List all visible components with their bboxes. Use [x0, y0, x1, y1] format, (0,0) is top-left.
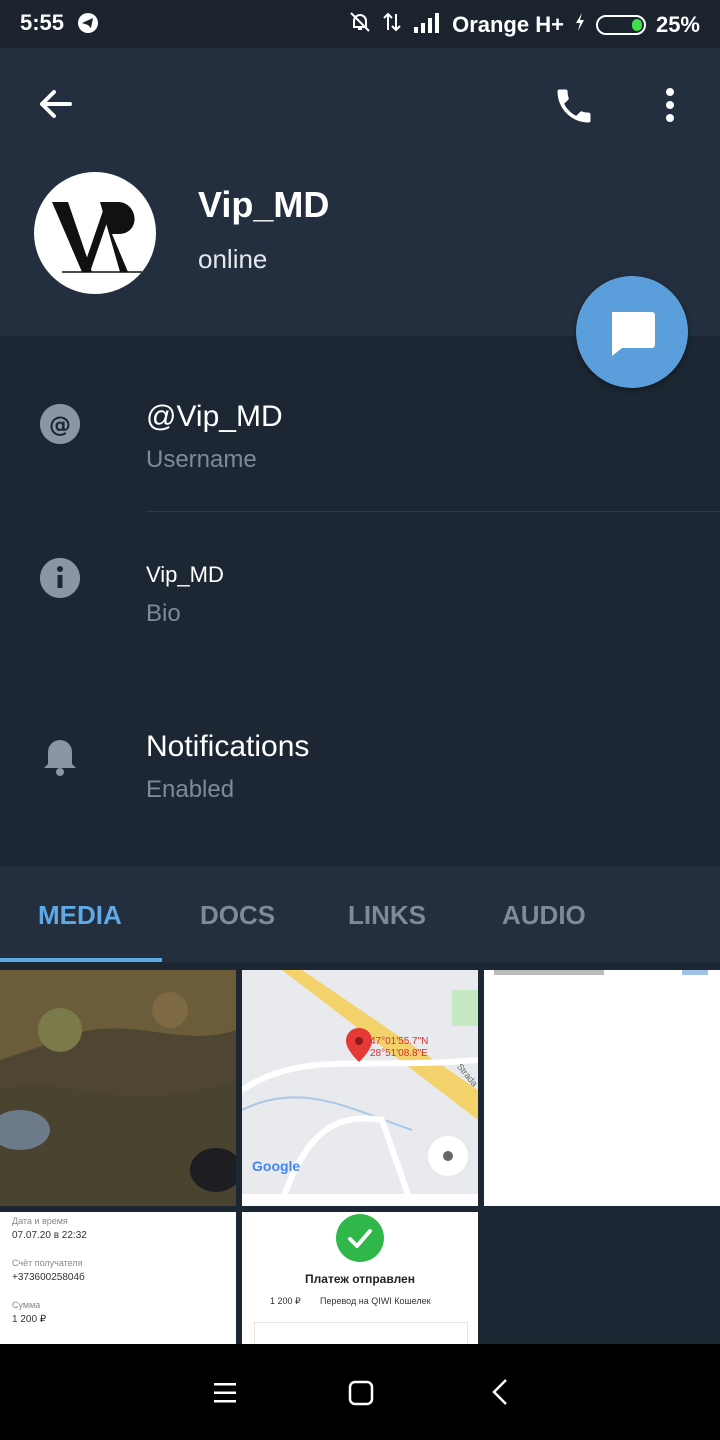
bell-icon [40, 732, 80, 776]
document-text-line [494, 970, 604, 975]
tab-indicator [0, 958, 162, 962]
payment-card [254, 1322, 468, 1344]
receipt-label-date: Дата и время [12, 1216, 68, 1226]
send-message-button[interactable] [576, 276, 688, 388]
telegram-notification-icon [78, 13, 98, 33]
profile-name: Vip_MD [198, 184, 330, 225]
receipt-label-account: Счёт получателя [12, 1258, 83, 1268]
notifications-title: Notifications [146, 730, 310, 763]
receipt-label-amount: Сумма [12, 1300, 41, 1310]
info-divider [146, 511, 720, 512]
avatar[interactable] [34, 172, 156, 294]
media-thumbnail-photo[interactable] [0, 970, 236, 1206]
tab-media[interactable]: MEDIA [38, 900, 122, 931]
notifications-row[interactable] [0, 690, 720, 842]
status-right: Orange H+ 25% [348, 10, 700, 40]
svg-text:@: @ [49, 413, 71, 438]
google-logo: Google [252, 1158, 301, 1174]
payment-description: Перевод на QIWI Кошелек [320, 1296, 431, 1306]
at-sign-icon: @ [40, 404, 80, 444]
info-icon [40, 558, 80, 598]
media-thumbnail-payment[interactable]: Платеж отправлен 1 200 ₽ Перевод на QIWI… [242, 1212, 478, 1344]
bio-label: Bio [146, 600, 181, 627]
username-value[interactable]: @Vip_MD [146, 400, 283, 434]
payment-title: Платеж отправлен [305, 1272, 415, 1286]
receipt-value-date: 07.07.20 в 22:32 [12, 1230, 87, 1241]
mute-icon [348, 10, 372, 40]
status-bar: 5:55 Orange H+ 25% [0, 0, 720, 48]
phone-call-icon[interactable] [552, 84, 596, 128]
media-thumbnail-map[interactable]: 47°01'55.7"N 28°51'08.8"E Strada Google [242, 970, 478, 1206]
bio-value[interactable]: Vip_MD [146, 562, 224, 588]
charging-icon [574, 12, 586, 38]
menu-icon[interactable] [212, 1380, 238, 1406]
home-icon[interactable] [348, 1380, 374, 1406]
more-options-icon[interactable] [660, 86, 680, 126]
receipt-value-amount: 1 200 ₽ [12, 1314, 47, 1325]
status-time: 5:55 [20, 10, 65, 35]
media-thumbnail-receipt[interactable]: Дата и время 07.07.20 в 22:32 Счёт получ… [0, 1212, 236, 1344]
document-text-line [682, 970, 708, 975]
data-transfer-icon [382, 10, 402, 40]
check-circle-icon [336, 1214, 384, 1262]
carrier-label: Orange H+ [452, 12, 564, 37]
notifications-value: Enabled [146, 776, 235, 803]
profile-status: online [198, 244, 268, 274]
receipt-value-account: +37360025804б [12, 1272, 85, 1283]
battery-percent: 25% [655, 12, 700, 37]
map-coordinate-lon: 28°51'08.8"E [370, 1048, 428, 1059]
tab-docs[interactable]: DOCS [200, 900, 275, 931]
back-arrow-icon[interactable] [34, 82, 78, 126]
media-thumbnail-document[interactable] [484, 970, 720, 1206]
username-label: Username [146, 446, 257, 473]
message-icon [612, 312, 655, 356]
tab-links[interactable]: LINKS [348, 900, 426, 931]
tab-audio[interactable]: AUDIO [502, 900, 586, 931]
payment-amount: 1 200 ₽ [270, 1296, 301, 1306]
avatar-logo [52, 202, 142, 273]
map-coordinate-lat: 47°01'55.7"N [370, 1036, 429, 1047]
battery-icon [595, 15, 646, 35]
signal-icon [412, 11, 442, 39]
back-icon[interactable] [488, 1378, 514, 1406]
